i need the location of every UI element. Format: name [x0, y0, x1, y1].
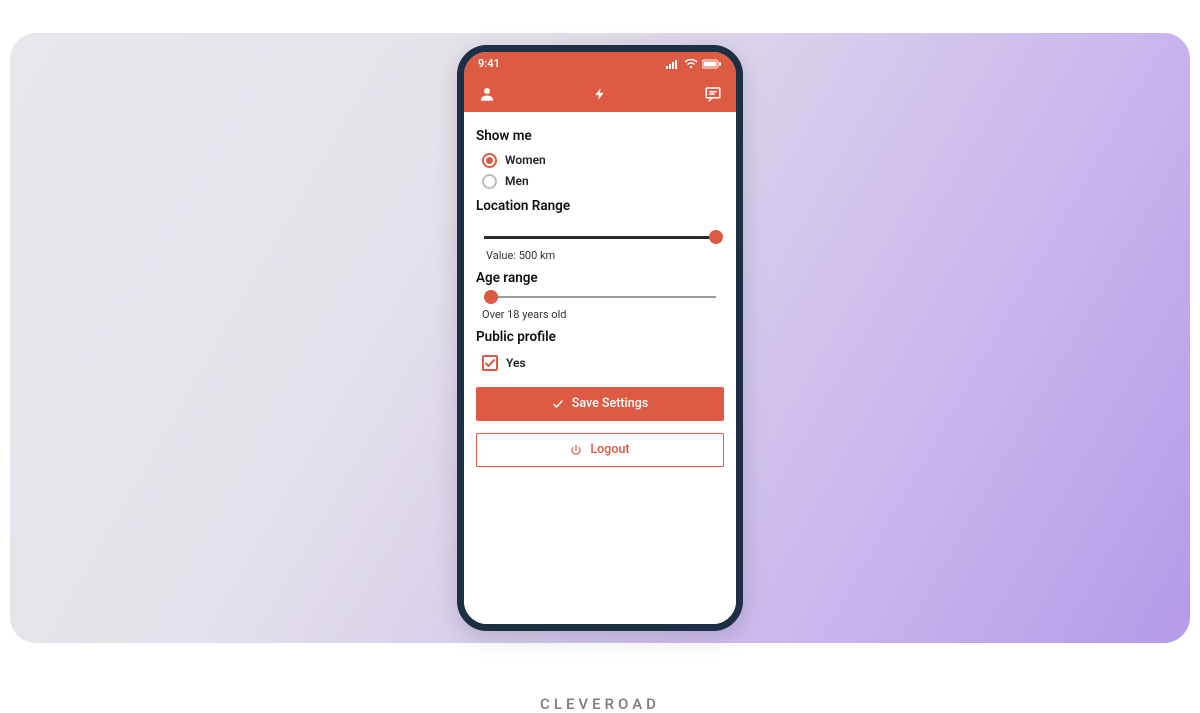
radio-icon	[482, 174, 497, 189]
app-bar	[464, 76, 736, 112]
radio-label: Men	[505, 174, 529, 188]
bolt-icon[interactable]	[593, 85, 607, 103]
location-range-title: Location Range	[476, 198, 724, 214]
age-value: Over 18 years old	[476, 304, 724, 323]
status-icons	[666, 59, 722, 69]
settings-content: Show me Women Men Location Range Value: …	[464, 112, 736, 624]
radio-men[interactable]: Men	[476, 171, 724, 192]
status-bar: 9:41	[464, 52, 736, 76]
save-button-label: Save Settings	[572, 396, 648, 411]
power-icon	[570, 444, 582, 456]
public-profile-title: Public profile	[476, 329, 724, 345]
status-time: 9:41	[478, 57, 500, 70]
age-slider[interactable]	[484, 296, 716, 298]
background-card: 9:41 Show me Women	[10, 33, 1190, 643]
location-value: Value: 500 km	[476, 245, 724, 264]
checkbox-label: Yes	[506, 356, 526, 370]
slider-thumb[interactable]	[484, 290, 498, 304]
checkbox-icon	[482, 355, 498, 371]
signal-icon	[666, 59, 680, 69]
chat-icon[interactable]	[704, 85, 722, 103]
phone-frame: 9:41 Show me Women	[457, 45, 743, 631]
show-me-title: Show me	[476, 128, 724, 144]
radio-icon	[482, 153, 497, 168]
slider-thumb[interactable]	[709, 230, 723, 244]
logout-button-label: Logout	[590, 442, 629, 457]
save-button[interactable]: Save Settings	[476, 387, 724, 421]
radio-women[interactable]: Women	[476, 150, 724, 171]
profile-icon[interactable]	[478, 85, 496, 103]
logout-button[interactable]: Logout	[476, 433, 724, 467]
brand-watermark: CLEVEROAD	[0, 695, 1200, 713]
battery-icon	[702, 59, 722, 69]
public-profile-checkbox[interactable]: Yes	[476, 351, 724, 375]
wifi-icon	[684, 59, 698, 69]
check-icon	[552, 398, 564, 410]
radio-label: Women	[505, 153, 546, 167]
location-slider[interactable]	[484, 236, 716, 239]
age-range-title: Age range	[476, 270, 724, 286]
